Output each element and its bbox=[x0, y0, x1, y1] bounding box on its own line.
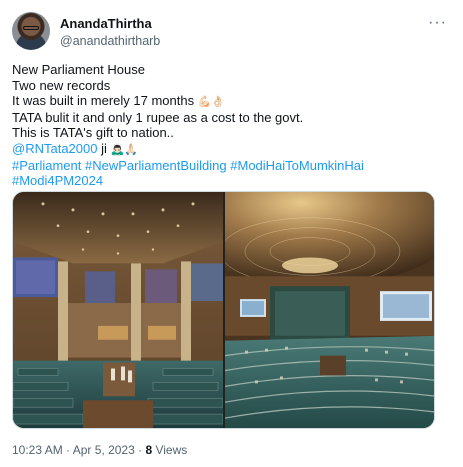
tweet-line-4: TATA bulit it and only 1 rupee as a cost… bbox=[12, 109, 304, 125]
photo-parliament-chamber-right[interactable] bbox=[225, 192, 434, 428]
hashtag-line-1: #Parliament #NewParliamentBuilding #Modi… bbox=[12, 158, 442, 174]
avatar-glasses bbox=[23, 26, 39, 30]
meta-separator: · bbox=[62, 443, 73, 457]
chamber-illustration bbox=[13, 192, 223, 428]
tweet-date[interactable]: Apr 5, 2023 bbox=[73, 443, 135, 457]
tweet-meta: 10:23 AM · Apr 5, 2023 · 8 Views bbox=[12, 443, 187, 457]
hashtag-link[interactable]: #Modi4PM2024 bbox=[12, 173, 103, 188]
tweet-text: New Parliament House Two new records It … bbox=[12, 62, 442, 189]
mention-link[interactable]: @RNTata2000 bbox=[12, 141, 97, 156]
tweet-mention-line: @RNTata2000 ji 🙇🏻‍♂️🙏🏻 bbox=[12, 141, 442, 158]
chamber-illustration bbox=[225, 192, 434, 428]
hashtag-line-2: #Modi4PM2024 bbox=[12, 173, 442, 189]
meta-separator: · bbox=[134, 443, 146, 457]
bowing-folded-hands-emoji: 🙇🏻‍♂️🙏🏻 bbox=[110, 142, 138, 156]
tweet-time[interactable]: 10:23 AM bbox=[12, 443, 63, 457]
tweet-line-3: It was built in merely 17 months 💪🏻👌🏻 bbox=[12, 93, 442, 110]
author-display-name[interactable]: AnandaThirtha bbox=[60, 16, 152, 31]
mention-suffix: ji bbox=[97, 140, 107, 156]
tweet-line-3-text: It was built in merely 17 months bbox=[12, 93, 195, 109]
tweet-line-1: New Parliament House bbox=[12, 62, 145, 77]
tweet-header: AnandaThirtha @anandathirtharb ··· bbox=[12, 12, 451, 52]
tweet-line-2: Two new records bbox=[12, 77, 111, 93]
photo-parliament-chamber-left[interactable] bbox=[13, 192, 223, 428]
hashtag-link[interactable]: #ModiHaiToMumkinHai bbox=[230, 158, 364, 173]
hashtag-link[interactable]: #Parliament bbox=[12, 158, 81, 173]
author-handle[interactable]: @anandathirtharb bbox=[60, 34, 160, 48]
tweet-line-5: This is TATA's gift to nation.. bbox=[12, 125, 174, 141]
hashtag-link[interactable]: #NewParliamentBuilding bbox=[85, 158, 227, 173]
avatar[interactable] bbox=[12, 12, 50, 50]
views-label: Views bbox=[152, 443, 188, 457]
flexed-biceps-ok-hand-emoji: 💪🏻👌🏻 bbox=[197, 95, 226, 109]
more-horizontal-icon[interactable]: ··· bbox=[428, 14, 447, 32]
tweet-media[interactable] bbox=[12, 191, 435, 429]
